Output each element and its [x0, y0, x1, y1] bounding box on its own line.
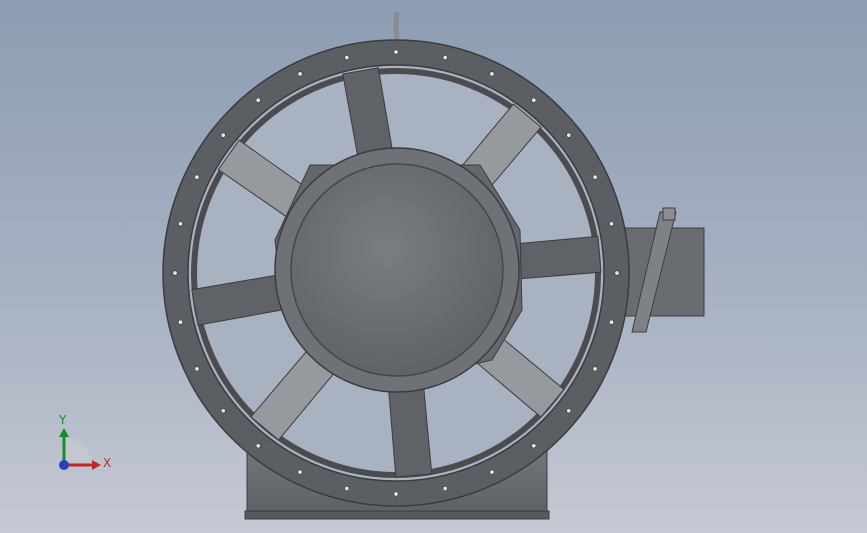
bolt-hole: [220, 408, 226, 414]
triad-x-label: X: [103, 456, 112, 470]
bolt-hole: [220, 132, 226, 138]
bolt-hole: [592, 174, 598, 180]
bolt-hole: [442, 485, 448, 491]
bolt-hole: [194, 174, 200, 180]
bolt-hole: [592, 366, 598, 372]
bolt-hole: [194, 366, 200, 372]
bolt-hole: [608, 221, 614, 227]
bolt-hole: [489, 71, 495, 77]
hub: [274, 147, 523, 393]
bolt-hole: [344, 54, 350, 60]
bolt-hole: [531, 443, 537, 449]
bolt-hole: [442, 54, 448, 60]
bolt-hole: [172, 270, 178, 276]
fan-model-render[interactable]: [0, 0, 867, 533]
bolt-hole: [178, 221, 184, 227]
cad-viewport[interactable]: Y X: [0, 0, 867, 533]
bolt-hole: [614, 270, 620, 276]
bolt-hole: [255, 443, 261, 449]
cable: [393, 11, 400, 41]
z-axis-dot: [59, 460, 69, 470]
bolt-hole: [393, 49, 399, 55]
bolt-hole: [531, 97, 537, 103]
view-orientation-triad[interactable]: [44, 410, 124, 480]
bolt-hole: [255, 97, 261, 103]
bolt-hole: [178, 319, 184, 325]
bolt-hole: [566, 132, 572, 138]
bolt-hole: [344, 485, 350, 491]
triad-y-label: Y: [59, 413, 67, 427]
bolt-hole: [393, 491, 399, 497]
bolt-hole: [489, 469, 495, 475]
bolt-hole: [297, 71, 303, 77]
bolt-hole: [566, 408, 572, 414]
terminal-box: [619, 207, 705, 333]
bolt-hole: [608, 319, 614, 325]
bolt-hole: [297, 469, 303, 475]
